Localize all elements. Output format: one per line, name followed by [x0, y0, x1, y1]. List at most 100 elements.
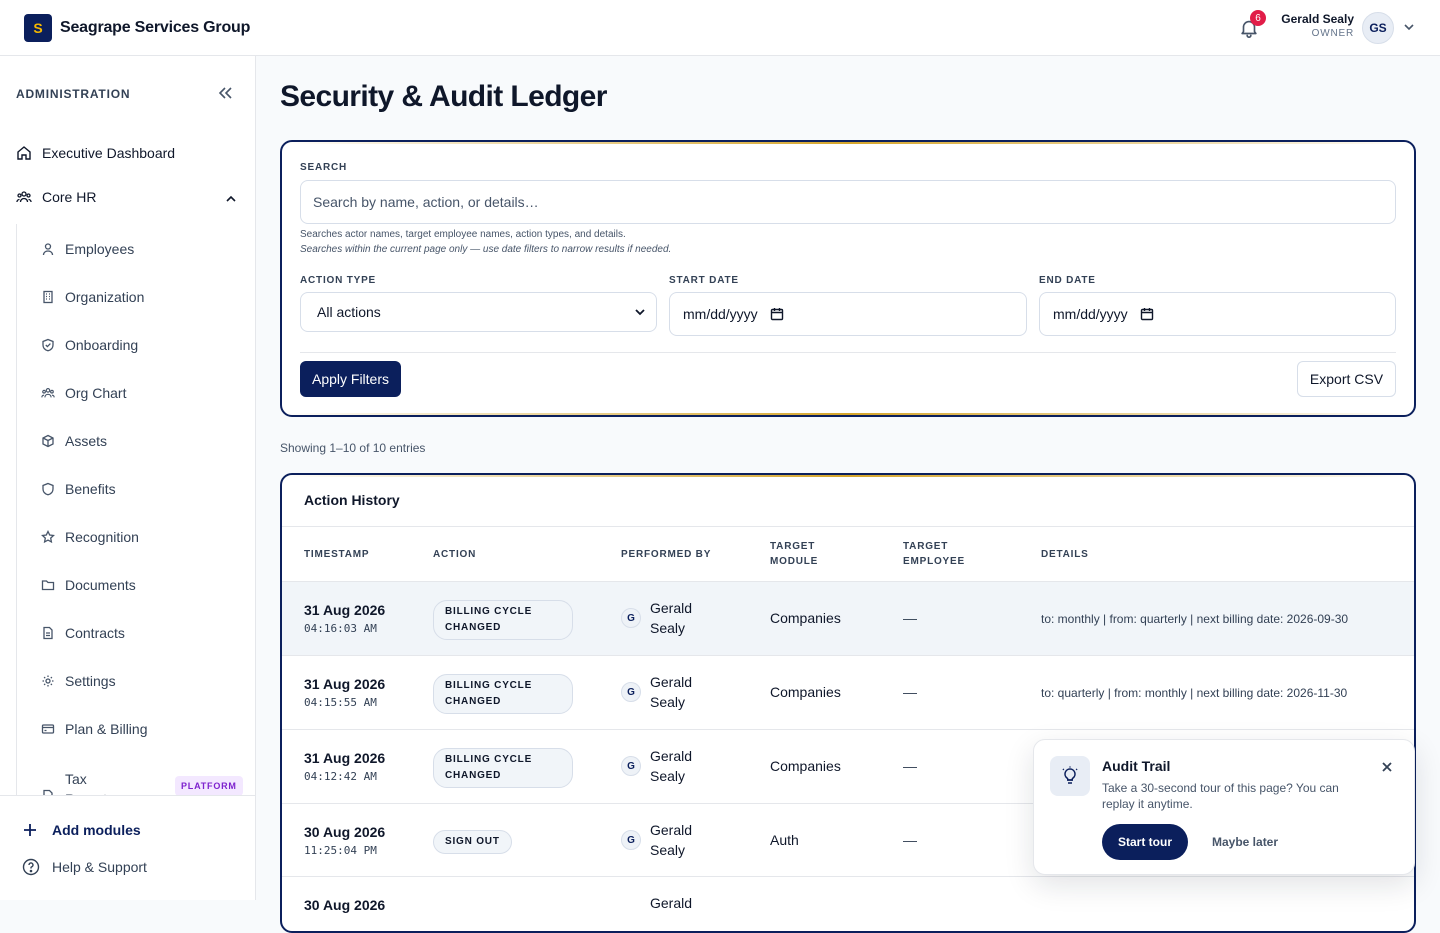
platform-badge: PLATFORM: [175, 776, 243, 796]
sidebar-item-plan-billing[interactable]: Plan & Billing: [41, 721, 148, 737]
brand-logo: S: [24, 14, 52, 42]
tour-text: Take a 30-second tour of this page? You …: [1102, 781, 1339, 811]
help-circle-icon: [22, 858, 40, 876]
performer-avatar: G: [621, 682, 641, 702]
sidebar-item-benefits[interactable]: Benefits: [41, 481, 116, 497]
sidebar-item-assets[interactable]: Assets: [41, 433, 107, 449]
sidebar-item-core-hr[interactable]: Core HR: [16, 189, 96, 205]
performer-name[interactable]: Gerald Sealy: [650, 746, 720, 786]
performer-name[interactable]: Gerald: [650, 893, 720, 913]
sidebar-item-documents[interactable]: Documents: [41, 577, 136, 593]
row-module: Companies: [770, 610, 841, 626]
company-name: Seagrape Services Group: [60, 19, 251, 36]
row-target: —: [903, 832, 917, 848]
sidebar-item-employees[interactable]: Employees: [41, 241, 134, 257]
row-target: —: [903, 758, 917, 774]
action-type-select[interactable]: All actions: [300, 292, 657, 332]
apply-filters-button[interactable]: Apply Filters: [300, 361, 401, 397]
performer-text: Gerald: [650, 822, 693, 838]
credit-card-icon: [41, 724, 55, 734]
table-header: TIMESTAMP ACTION PERFORMED BY TARGET MOD…: [282, 526, 1414, 582]
export-csv-button[interactable]: Export CSV: [1297, 361, 1396, 397]
action-text: BILLING CYCLE: [445, 754, 533, 765]
help-support-link[interactable]: Help & Support: [22, 858, 147, 876]
header-action[interactable]: ACTION: [433, 547, 476, 562]
search-field[interactable]: [300, 180, 1396, 224]
row-date: 31 Aug 2026: [304, 676, 386, 692]
table-row[interactable]: 31 Aug 2026 04:16:03 AM BILLING CYCLE CH…: [282, 582, 1414, 656]
maybe-later-button[interactable]: Maybe later: [1212, 835, 1278, 849]
calendar-icon[interactable]: [770, 307, 784, 321]
avatar[interactable]: GS: [1362, 12, 1394, 44]
sidebar-item-label: Employees: [65, 241, 135, 257]
building-icon: [43, 290, 53, 304]
performer-text: Sealy: [650, 842, 686, 858]
brand[interactable]: S Seagrape Services Group: [24, 14, 250, 42]
chevron-up-icon[interactable]: [224, 192, 238, 206]
sidebar-item-settings[interactable]: Settings: [41, 673, 116, 689]
sidebar-footer: Add modules Help & Support: [0, 795, 255, 900]
header-timestamp[interactable]: TIMESTAMP: [304, 547, 369, 562]
end-date-input[interactable]: mm/dd/yyyy: [1039, 292, 1396, 336]
user-role: OWNER: [1311, 28, 1354, 39]
collapse-sidebar-icon[interactable]: [216, 84, 234, 102]
user-info[interactable]: Gerald Sealy OWNER: [1281, 12, 1354, 39]
start-tour-button[interactable]: Start tour: [1102, 824, 1188, 860]
header-details[interactable]: DETAILS: [1041, 547, 1089, 562]
header-target-module[interactable]: TARGET MODULE: [770, 539, 818, 569]
header-target-employee[interactable]: TARGET EMPLOYEE: [903, 539, 965, 569]
table-row[interactable]: 30 Aug 2026 Gerald: [282, 877, 1414, 931]
sidebar-item-org-chart[interactable]: Org Chart: [41, 385, 126, 401]
person-icon: [42, 243, 54, 256]
close-icon[interactable]: [1380, 760, 1394, 774]
performer-name[interactable]: Gerald Sealy: [650, 820, 720, 860]
performer-text: Gerald: [650, 600, 693, 616]
core-hr-submenu: Employees Organization Onboarding Org Ch…: [16, 224, 256, 796]
lightbulb-icon: [1050, 756, 1090, 796]
add-modules-label: Add modules: [52, 822, 141, 838]
action-type-value: All actions: [317, 304, 381, 320]
sidebar-item-label: Core HR: [42, 189, 97, 205]
top-bar: S Seagrape Services Group 6 Gerald Sealy…: [0, 0, 1440, 56]
action-pill: BILLING CYCLE CHANGED: [433, 748, 573, 788]
row-time: 11:25:04 PM: [304, 844, 377, 857]
table-title: Action History: [304, 492, 400, 508]
add-modules-button[interactable]: Add modules: [22, 822, 141, 838]
row-details: to: monthly | from: quarterly | next bil…: [1041, 612, 1349, 626]
end-date-label: END DATE: [1039, 275, 1096, 286]
gear-icon: [42, 675, 54, 687]
divider: [300, 352, 1396, 353]
performer-text: Gerald: [650, 674, 693, 690]
plus-icon: [24, 824, 36, 836]
sidebar-item-onboarding[interactable]: Onboarding: [41, 337, 138, 353]
row-time: 04:12:42 AM: [304, 770, 377, 783]
performer-name[interactable]: Gerald Sealy: [650, 598, 720, 638]
sidebar-item-recognition[interactable]: Recognition: [41, 529, 139, 545]
action-type-label: ACTION TYPE: [300, 275, 377, 286]
notification-badge: 6: [1250, 10, 1266, 26]
table-row[interactable]: 31 Aug 2026 04:15:55 AM BILLING CYCLE CH…: [282, 656, 1414, 730]
chevron-down-icon: [635, 309, 645, 316]
performer-name[interactable]: Gerald Sealy: [650, 672, 720, 712]
performer-avatar: G: [621, 830, 641, 850]
calendar-icon[interactable]: [1140, 307, 1154, 321]
sidebar-item-tax-reports[interactable]: Tax Reports: [41, 769, 125, 796]
row-time: 04:16:03 AM: [304, 622, 377, 635]
start-date-input[interactable]: mm/dd/yyyy: [669, 292, 1027, 336]
performer-text: Sealy: [650, 694, 686, 710]
header-text: MODULE: [770, 556, 819, 567]
people-icon: [41, 388, 55, 398]
action-text: CHANGED: [445, 770, 502, 781]
chevron-down-icon[interactable]: [1402, 20, 1416, 34]
folder-icon: [41, 580, 55, 591]
header-performed-by[interactable]: PERFORMED BY: [621, 547, 711, 562]
sidebar-heading: ADMINISTRATION: [16, 87, 131, 101]
performer-text: Gerald: [650, 895, 693, 911]
action-pill: SIGN OUT: [433, 830, 512, 854]
sidebar-item-organization[interactable]: Organization: [41, 289, 144, 305]
search-input[interactable]: [301, 181, 1395, 223]
row-target: —: [903, 610, 917, 626]
row-module: Companies: [770, 684, 841, 700]
sidebar-item-executive-dashboard[interactable]: Executive Dashboard: [16, 145, 175, 161]
sidebar-item-contracts[interactable]: Contracts: [41, 625, 125, 641]
